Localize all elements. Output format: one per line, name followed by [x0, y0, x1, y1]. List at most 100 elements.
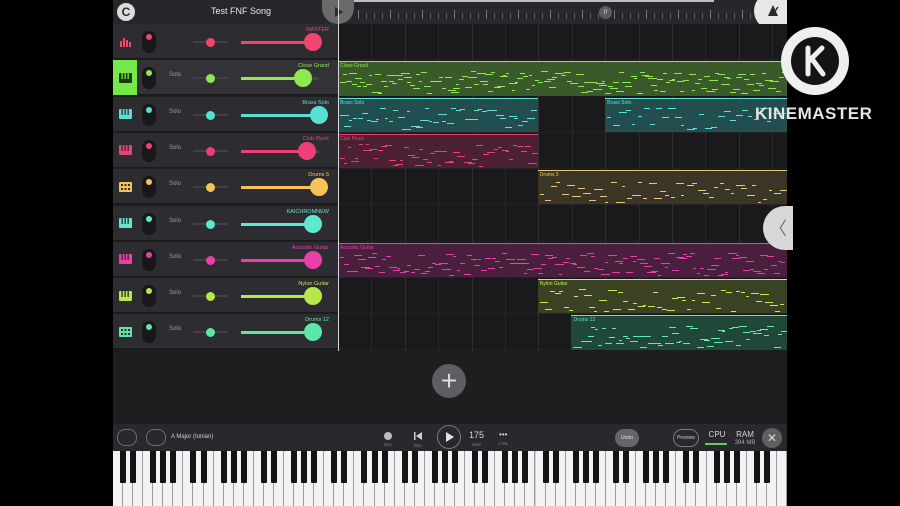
black-key[interactable]	[683, 451, 690, 483]
volume-knob[interactable]	[293, 69, 312, 88]
ctrl-button[interactable]: ••• CTRL	[498, 430, 508, 446]
volume-knob[interactable]	[303, 287, 322, 306]
solo-button[interactable]: Solo	[169, 218, 181, 224]
arrangement-view[interactable]: Close Grand Brass Solo Brass Solo Club Pluc…	[338, 24, 787, 351]
pan-knob[interactable]	[206, 219, 215, 229]
pan-knob[interactable]	[206, 146, 215, 156]
mute-toggle[interactable]	[142, 321, 156, 344]
solo-button[interactable]: Solo	[169, 326, 181, 332]
piano-icon[interactable]	[146, 429, 166, 446]
black-key[interactable]	[763, 451, 770, 483]
mute-toggle[interactable]	[142, 67, 156, 90]
black-key[interactable]	[120, 451, 127, 483]
black-key[interactable]	[411, 451, 418, 483]
pattern-clip[interactable]: Close Grand	[338, 61, 787, 96]
track-row[interactable]: Solo Club Pluck	[113, 132, 338, 168]
black-key[interactable]	[190, 451, 197, 483]
black-key[interactable]	[371, 451, 378, 483]
pan-knob[interactable]	[206, 74, 215, 84]
track-row[interactable]: Solo Drums 5	[113, 169, 338, 205]
track-row[interactable]: Solo KAICHROMNEW	[113, 205, 338, 241]
mute-toggle[interactable]	[142, 212, 156, 235]
track-row[interactable]: MASTER	[113, 24, 338, 59]
black-key[interactable]	[472, 451, 479, 483]
pattern-clip[interactable]: Nylon Guitar	[537, 279, 787, 314]
solo-button[interactable]: Solo	[169, 290, 181, 296]
black-key[interactable]	[623, 451, 630, 483]
volume-knob[interactable]	[310, 178, 328, 197]
black-key[interactable]	[723, 451, 730, 483]
piano-keys-icon[interactable]	[113, 60, 137, 96]
black-key[interactable]	[592, 451, 599, 483]
black-key[interactable]	[270, 451, 277, 483]
drum-pad-icon[interactable]	[113, 169, 137, 204]
mute-toggle[interactable]	[142, 31, 156, 53]
black-key[interactable]	[753, 451, 760, 483]
black-key[interactable]	[260, 451, 267, 483]
piano-keys-icon[interactable]	[113, 97, 137, 132]
solo-button[interactable]: Solo	[169, 181, 181, 187]
black-key[interactable]	[160, 451, 167, 483]
piano-keys-icon[interactable]	[113, 242, 137, 277]
solo-button[interactable]: Solo	[169, 254, 181, 260]
volume-knob[interactable]	[303, 250, 322, 269]
track-row[interactable]: Solo Acoustic Guitar	[113, 241, 338, 277]
pan-knob[interactable]	[206, 328, 215, 338]
black-key[interactable]	[220, 451, 227, 483]
track-row[interactable]: Solo Close Grand	[113, 60, 338, 96]
pan-knob[interactable]	[206, 110, 215, 120]
black-key[interactable]	[170, 451, 177, 483]
mute-toggle[interactable]	[142, 285, 156, 308]
pattern-clip[interactable]: Club Pluck	[338, 133, 538, 169]
undo-button[interactable]: Undo	[615, 429, 639, 447]
playhead[interactable]	[338, 0, 339, 351]
black-key[interactable]	[301, 451, 308, 483]
black-key[interactable]	[582, 451, 589, 483]
black-key[interactable]	[512, 451, 519, 483]
pan-knob[interactable]	[206, 183, 215, 193]
black-key[interactable]	[653, 451, 660, 483]
volume-knob[interactable]	[297, 141, 316, 160]
pattern-clip[interactable]: Brass Solo	[338, 97, 538, 132]
black-key[interactable]	[502, 451, 509, 483]
solo-button[interactable]: Solo	[169, 109, 181, 115]
mute-toggle[interactable]	[142, 103, 156, 126]
black-key[interactable]	[130, 451, 137, 483]
track-row[interactable]: Solo Brass Solo	[113, 96, 338, 132]
black-key[interactable]	[331, 451, 338, 483]
black-key[interactable]	[552, 451, 559, 483]
black-key[interactable]	[441, 451, 448, 483]
mute-toggle[interactable]	[142, 139, 156, 162]
pan-knob[interactable]	[206, 255, 215, 265]
pattern-clip[interactable]: Acoustic Guitar	[338, 242, 787, 278]
mute-toggle[interactable]	[142, 176, 156, 199]
piano-keys-icon[interactable]	[113, 133, 137, 168]
black-key[interactable]	[733, 451, 740, 483]
black-key[interactable]	[542, 451, 549, 483]
preview-button[interactable]: Preview	[673, 429, 699, 447]
black-key[interactable]	[311, 451, 318, 483]
black-key[interactable]	[431, 451, 438, 483]
black-key[interactable]	[150, 451, 157, 483]
black-key[interactable]	[230, 451, 237, 483]
pattern-clip[interactable]: Drums 5	[537, 170, 787, 205]
mixer-icon[interactable]	[117, 429, 137, 446]
track-row[interactable]: Solo Drums 12	[113, 314, 338, 350]
black-key[interactable]	[200, 451, 207, 483]
pattern-clip[interactable]: Drums 12	[571, 315, 787, 350]
black-key[interactable]	[612, 451, 619, 483]
volume-knob[interactable]	[303, 214, 322, 233]
record-button[interactable]: REC	[384, 428, 392, 447]
black-key[interactable]	[240, 451, 247, 483]
black-key[interactable]	[452, 451, 459, 483]
play-button[interactable]	[437, 425, 461, 449]
black-key[interactable]	[643, 451, 650, 483]
volume-knob[interactable]	[303, 33, 322, 51]
scale-selector[interactable]: A Major (Ionian)	[171, 434, 213, 440]
black-key[interactable]	[693, 451, 700, 483]
timeline-ruler[interactable]: II	[354, 0, 787, 24]
white-key[interactable]	[776, 451, 787, 506]
solo-button[interactable]: Solo	[169, 145, 181, 151]
mixer-bars-icon[interactable]	[113, 24, 137, 59]
black-key[interactable]	[401, 451, 408, 483]
